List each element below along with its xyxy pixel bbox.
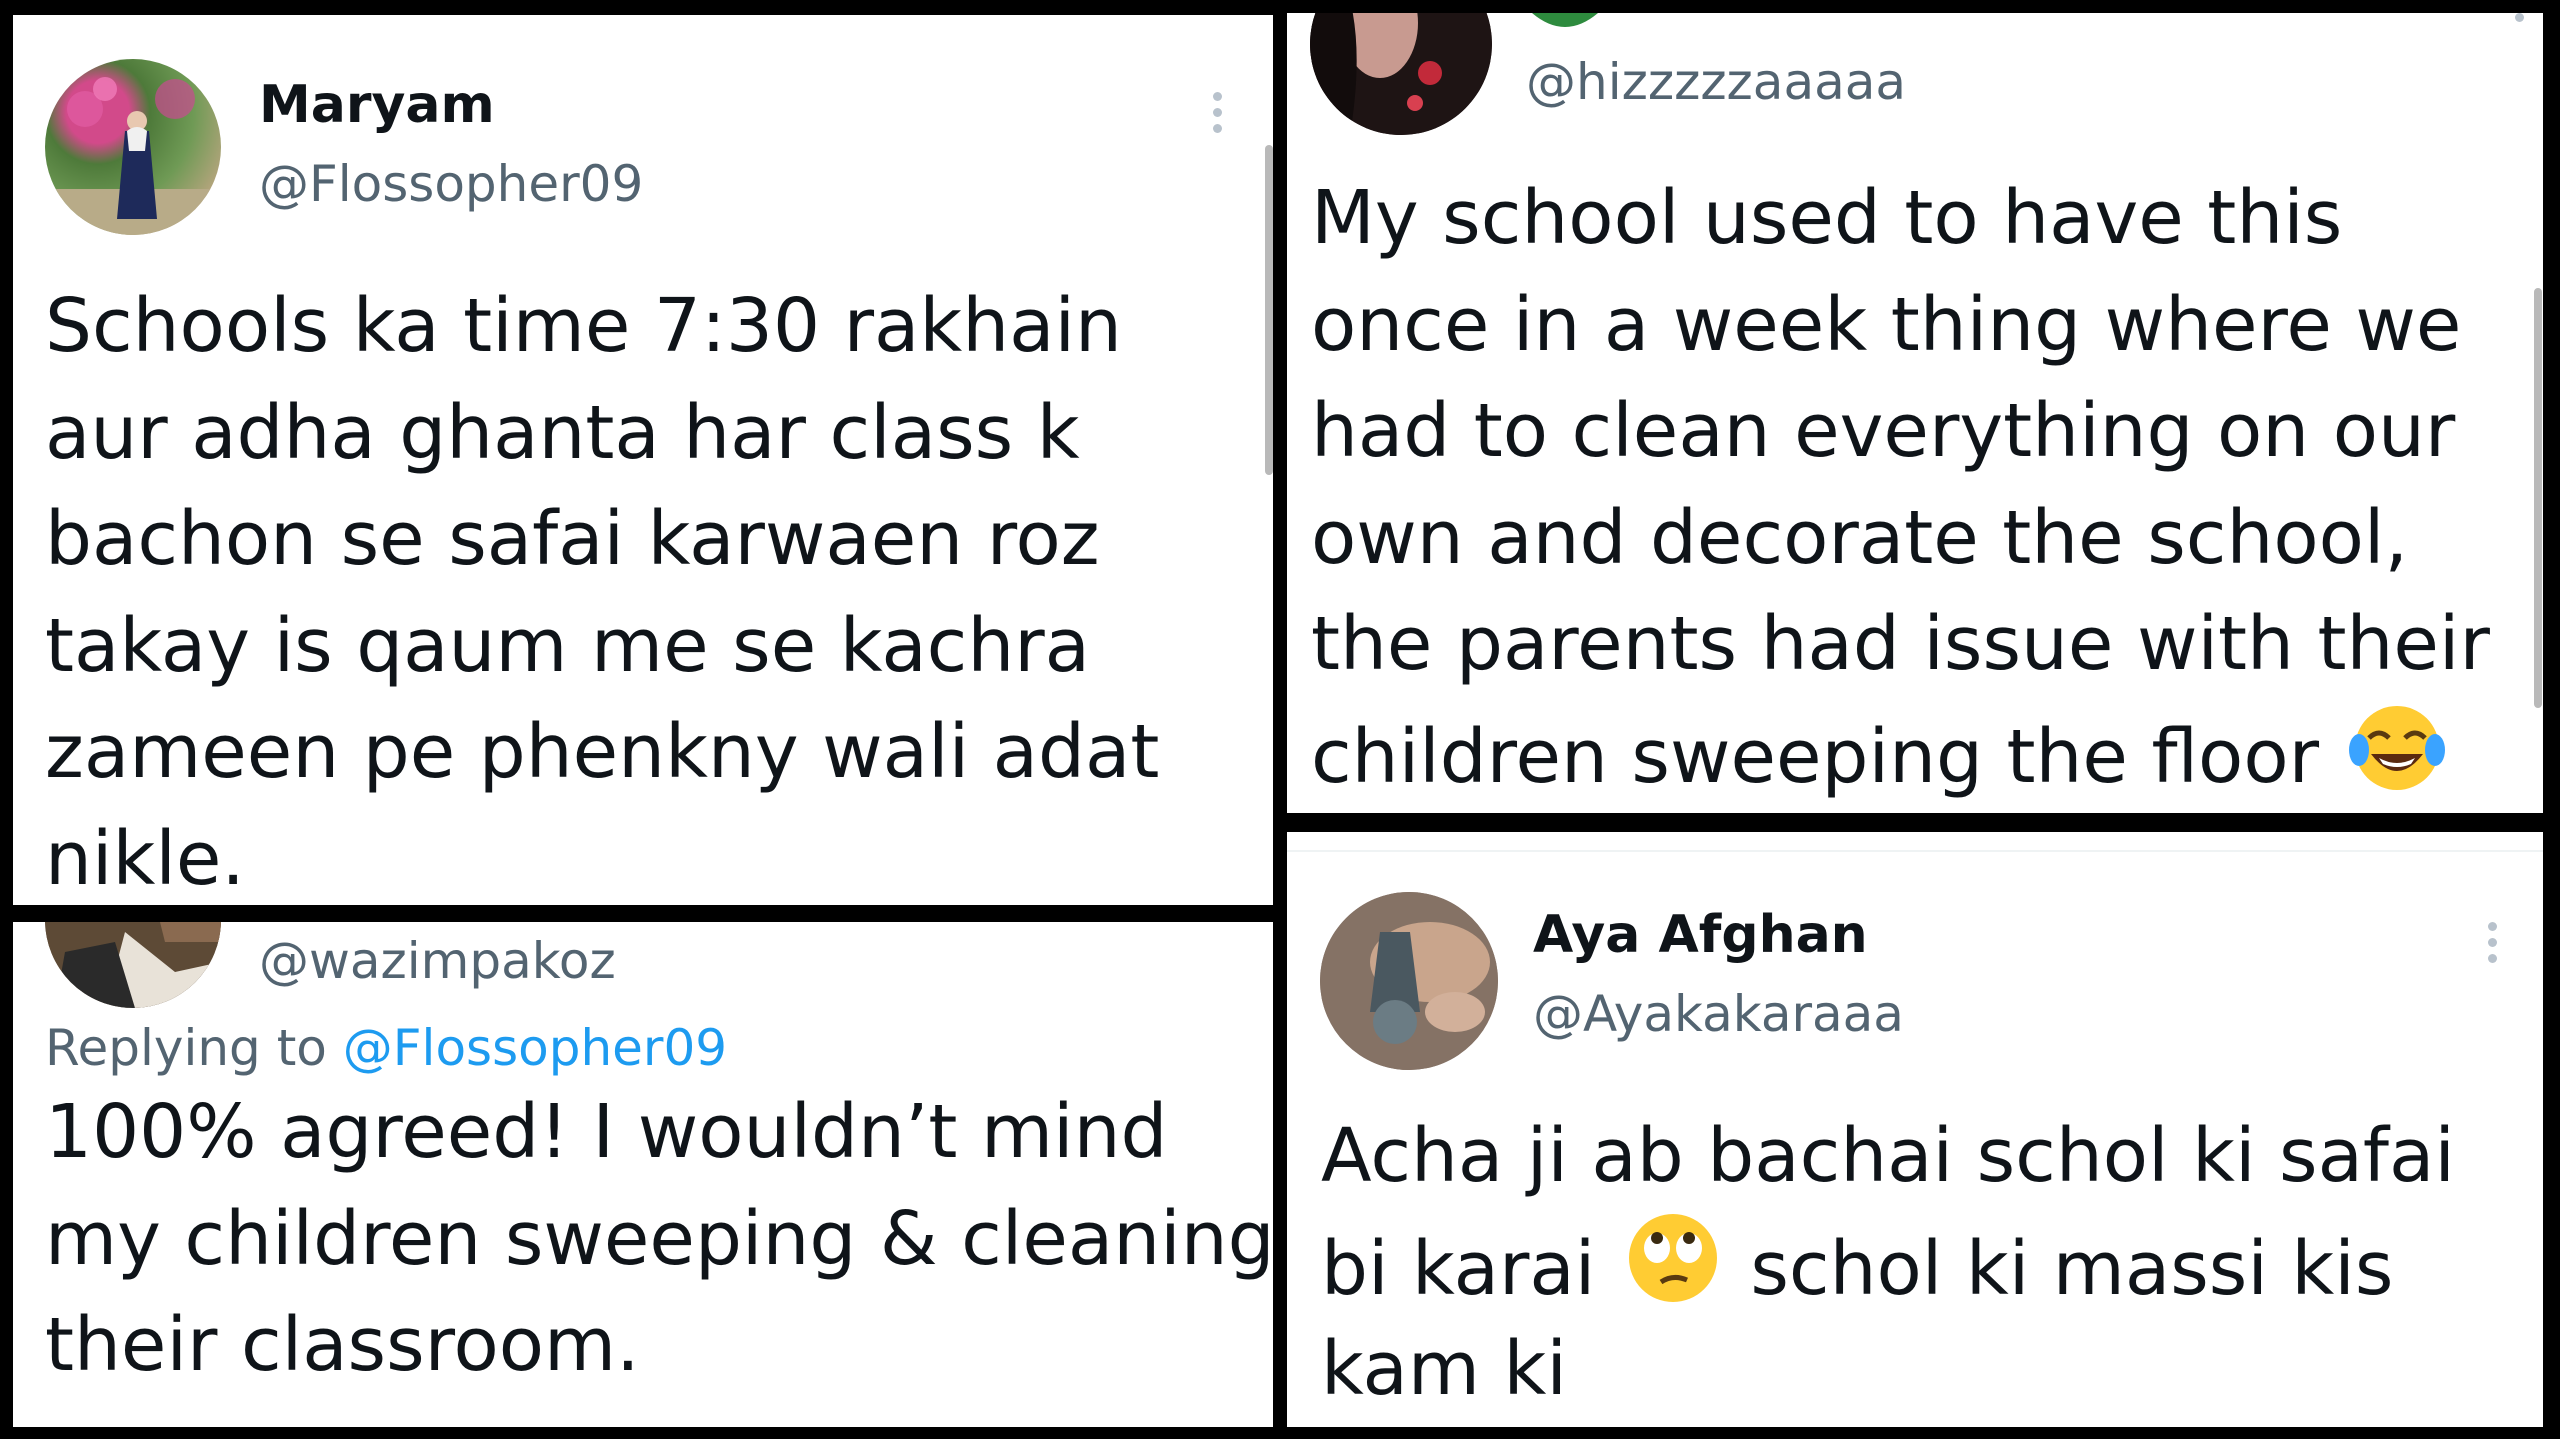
- tweet-line: bi karai schol ki massi kis: [1321, 1210, 2455, 1317]
- tweet-line-text: schol ki massi kis: [1750, 1225, 2394, 1312]
- user-handle[interactable]: @Flossopher09: [259, 155, 643, 213]
- tweet-line: nikle.: [45, 815, 245, 902]
- verified-badge-icon: [1532, 13, 1598, 27]
- tweet-line-text: children sweeping the floor: [1311, 713, 2320, 800]
- avatar-maryam[interactable]: [45, 59, 221, 235]
- replying-to: Replying to @Flossopher09: [45, 1019, 727, 1077]
- user-handle[interactable]: @hizzzzzaaaaa: [1526, 53, 1906, 111]
- tweet-line: my children sweeping & cleaning: [45, 1195, 1273, 1282]
- more-options-icon[interactable]: [2514, 13, 2526, 29]
- tweet-line: zameen pe phenkny wali adat: [45, 709, 1160, 795]
- scrollbar[interactable]: [2534, 288, 2542, 708]
- tweet-line: takay is qaum me se kachra: [45, 602, 1091, 689]
- user-handle[interactable]: @wazimpakoz: [259, 932, 616, 990]
- more-options-icon[interactable]: [1212, 92, 1224, 140]
- tweet-line: Acha ji ab bachai schol ki safai: [1321, 1113, 2455, 1199]
- tweet-card-hizza[interactable]: @hizzzzzaaaaa My school used to have thi…: [1287, 13, 2543, 813]
- tweet-line: bachon se safai karwaen roz: [45, 496, 1100, 582]
- tweet-line-text: bi karai: [1321, 1225, 1596, 1312]
- tweet-line: kam ki: [1321, 1326, 1567, 1412]
- tweet-text: Acha ji ab bachai schol ki safai bi kara…: [1321, 1103, 2455, 1423]
- avatar-hizza[interactable]: [1310, 13, 1492, 135]
- display-name[interactable]: Maryam: [259, 75, 495, 135]
- tweet-card-aya[interactable]: Aya Afghan @Ayakakaraaa Acha ji ab bacha…: [1287, 832, 2543, 1427]
- tweet-line: once in a week thing where we: [1311, 281, 2462, 368]
- more-options-icon[interactable]: [2487, 922, 2499, 970]
- tweet-line: had to clean everything on our: [1311, 388, 2456, 474]
- user-handle[interactable]: @Ayakakaraaa: [1533, 985, 1904, 1043]
- tweet-line: own and decorate the school,: [1311, 494, 2408, 581]
- tweet-line: children sweeping the floor: [1311, 698, 2490, 805]
- replying-to-mention-link[interactable]: @Flossopher09: [343, 1019, 727, 1077]
- avatar-wazim[interactable]: [45, 922, 221, 1008]
- display-name[interactable]: Aya Afghan: [1533, 905, 1868, 965]
- tweet-line: the parents had issue with their: [1311, 601, 2490, 687]
- tweet-text: Schools ka time 7:30 rakhain aur adha gh…: [45, 273, 1159, 905]
- tweet-card-wazim[interactable]: @wazimpakoz Replying to @Flossopher09 10…: [13, 922, 1273, 1427]
- tweet-line: Schools ka time 7:30 rakhain: [45, 283, 1122, 369]
- scrollbar[interactable]: [1265, 145, 1273, 475]
- divider: [1287, 850, 2543, 852]
- tweet-line: their classroom.: [45, 1302, 640, 1388]
- tweet-line: My school used to have this: [1311, 175, 2343, 261]
- tears-of-joy-emoji-icon: [2348, 705, 2445, 790]
- tweet-text: 100% agreed! I wouldn’t mind my children…: [45, 1079, 1273, 1399]
- tweet-text: My school used to have this once in a we…: [1311, 165, 2490, 804]
- rolling-eyes-emoji-icon: [1628, 1213, 1717, 1302]
- tweet-card-maryam[interactable]: Maryam @Flossopher09 Schools ka time 7:3…: [13, 15, 1273, 905]
- tweet-line: aur adha ghanta har class k: [45, 389, 1080, 476]
- tweet-line: 100% agreed! I wouldn’t mind: [45, 1089, 1168, 1175]
- avatar-aya[interactable]: [1320, 892, 1498, 1070]
- replying-to-label: Replying to: [45, 1019, 327, 1077]
